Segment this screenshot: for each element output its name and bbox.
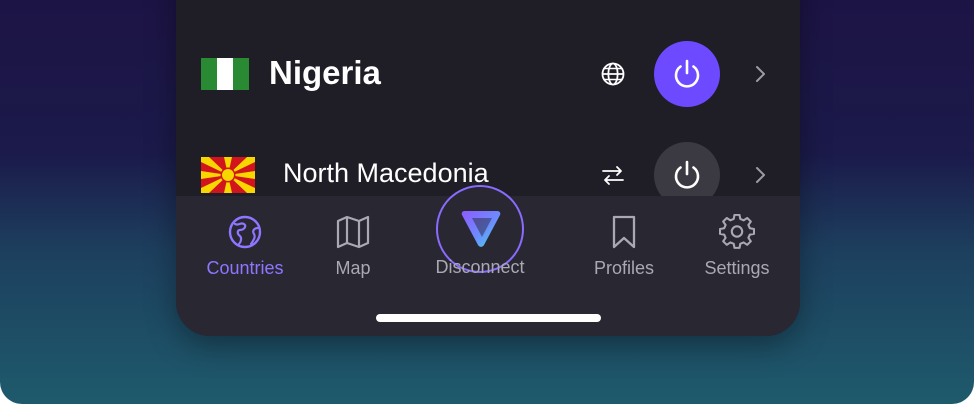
tab-label: Settings (704, 258, 770, 278)
tab-profiles[interactable]: Profiles (582, 196, 666, 296)
app-backdrop: Nigeria North Macedonia Countries Map Di… (0, 0, 974, 404)
connect-power-button[interactable] (654, 41, 720, 107)
gear-icon (719, 214, 755, 249)
country-row-nigeria[interactable]: Nigeria (176, 34, 800, 114)
country-name: North Macedonia (283, 158, 489, 188)
globe-icon (601, 62, 625, 86)
tab-label: Map (335, 258, 371, 278)
tab-label: Profiles (593, 258, 655, 278)
chevron-right-icon[interactable] (752, 62, 768, 86)
tab-map[interactable]: Map (318, 196, 388, 296)
disconnect-label: Disconnect (435, 257, 525, 277)
bookmark-icon (612, 215, 636, 249)
map-icon (336, 215, 370, 249)
chevron-right-icon[interactable] (752, 163, 768, 187)
power-icon (674, 59, 700, 88)
tab-label: Countries (206, 258, 284, 278)
nigeria-flag (201, 58, 249, 90)
home-indicator (376, 314, 601, 322)
p2p-arrows-icon (602, 166, 624, 185)
globe-icon (228, 215, 262, 249)
north-macedonia-flag (201, 157, 255, 193)
tab-settings[interactable]: Settings (696, 196, 778, 296)
country-name: Nigeria (269, 54, 381, 91)
proton-vpn-logo-icon (461, 211, 501, 247)
phone-screen: Nigeria North Macedonia Countries Map Di… (176, 0, 800, 336)
tab-countries[interactable]: Countries (198, 196, 292, 296)
power-icon (674, 160, 700, 189)
